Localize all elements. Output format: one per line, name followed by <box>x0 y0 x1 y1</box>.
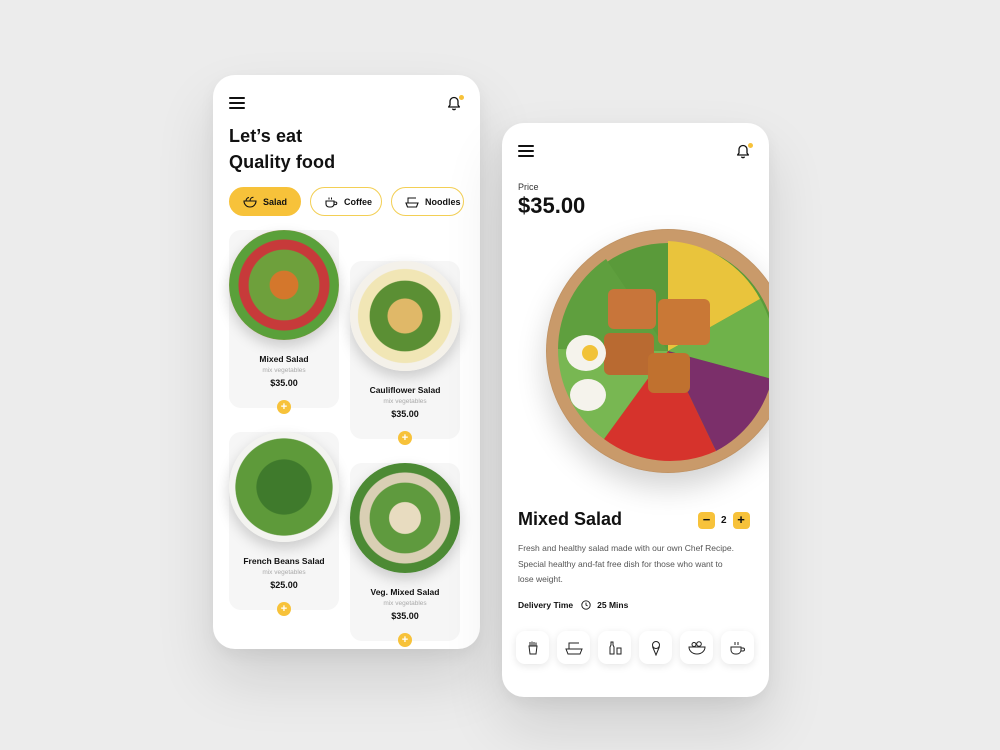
noodles-icon[interactable] <box>557 631 590 664</box>
headline-line-1: Let’s eat <box>229 126 303 146</box>
notification-bell-icon[interactable] <box>736 143 753 160</box>
category-chip-salad[interactable]: Salad <box>229 187 301 216</box>
food-card-name: Mixed Salad <box>259 354 309 364</box>
category-icon-row <box>516 631 754 664</box>
add-to-cart-button[interactable]: + <box>277 400 291 414</box>
mixed-salad-image <box>229 230 339 340</box>
mixed-salad-hero-image <box>546 229 769 473</box>
french-beans-salad-image <box>229 432 339 542</box>
notification-dot <box>748 143 753 148</box>
food-card-name: French Beans Salad <box>243 556 325 566</box>
drinks-icon[interactable] <box>598 631 631 664</box>
add-to-cart-button[interactable]: + <box>398 431 412 445</box>
salad-bowl-icon <box>243 196 257 208</box>
cauliflower-salad-image <box>350 261 460 371</box>
notification-dot <box>459 95 464 100</box>
category-chip-coffee[interactable]: Coffee <box>310 187 382 216</box>
price-value: $35.00 <box>518 193 586 218</box>
increase-quantity-button[interactable]: + <box>732 512 750 529</box>
add-to-cart-button[interactable]: + <box>277 602 291 616</box>
food-card-cauliflower-salad[interactable]: Cauliflower Salad mix vegetables $35.00 … <box>350 261 460 445</box>
category-chip-noodles[interactable]: Noodles <box>391 187 464 216</box>
fries-icon[interactable] <box>516 631 549 664</box>
food-card-price: $35.00 <box>391 611 419 621</box>
coffee-icon[interactable] <box>721 631 754 664</box>
salad-icon[interactable] <box>680 631 713 664</box>
food-card-french-beans-salad[interactable]: French Beans Salad mix vegetables $25.00… <box>229 432 339 616</box>
category-chip-label: Noodles <box>425 196 461 207</box>
quantity-stepper: − 2 + <box>698 512 750 529</box>
ice-cream-icon[interactable] <box>639 631 672 664</box>
headline-line-2: Quality food <box>229 152 336 172</box>
food-card-subtitle: mix vegetables <box>262 569 306 576</box>
food-card-name: Veg. Mixed Salad <box>370 587 440 597</box>
product-detail-screen: Price $35.00 Mixed Salad − 2 + Fresh and… <box>502 123 769 697</box>
food-card-price: $35.00 <box>270 378 298 388</box>
food-card-subtitle: mix vegetables <box>383 398 427 405</box>
notification-bell-icon[interactable] <box>447 95 464 112</box>
product-description: Fresh and healthy salad made with our ow… <box>518 543 734 584</box>
clock-icon <box>581 600 591 610</box>
price-label: Price <box>518 182 539 192</box>
food-card-mixed-salad[interactable]: Mixed Salad mix vegetables $35.00 + <box>229 230 339 414</box>
veg-mixed-salad-image <box>350 463 460 573</box>
food-card-veg-mixed-salad[interactable]: Veg. Mixed Salad mix vegetables $35.00 + <box>350 463 460 647</box>
coffee-cup-icon <box>325 197 338 208</box>
category-chip-label: Salad <box>263 196 288 207</box>
delivery-time-value: 25 Mins <box>597 600 629 610</box>
food-card-price: $25.00 <box>270 580 298 590</box>
food-card-subtitle: mix vegetables <box>262 367 306 374</box>
quantity-value: 2 <box>721 515 727 526</box>
food-card-subtitle: mix vegetables <box>383 600 427 607</box>
noodles-icon <box>405 197 419 208</box>
menu-icon[interactable] <box>518 145 534 157</box>
food-card-name: Cauliflower Salad <box>369 385 441 395</box>
delivery-time-label: Delivery Time <box>518 600 574 610</box>
category-chip-label: Coffee <box>344 196 373 207</box>
decrease-quantity-button[interactable]: − <box>698 512 715 529</box>
add-to-cart-button[interactable]: + <box>398 633 412 647</box>
menu-icon[interactable] <box>229 97 245 109</box>
food-card-price: $35.00 <box>391 409 419 419</box>
product-title: Mixed Salad <box>518 509 623 529</box>
menu-screen: Let’s eat Quality food Salad Coffee Nood… <box>213 75 480 649</box>
delivery-time: Delivery Time 25 Mins <box>518 600 628 610</box>
